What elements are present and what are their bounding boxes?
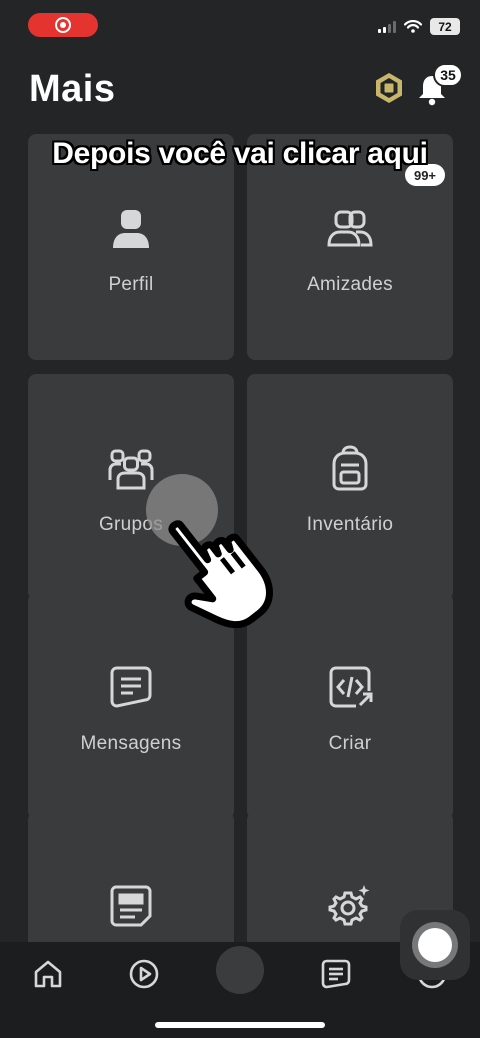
battery-icon: 72 bbox=[430, 18, 460, 35]
backpack-icon bbox=[332, 445, 368, 491]
messages-icon bbox=[110, 666, 152, 708]
status-icons: 72 bbox=[378, 18, 460, 35]
signal-icon bbox=[378, 20, 396, 33]
create-code-icon bbox=[329, 666, 373, 708]
robux-icon[interactable] bbox=[373, 72, 405, 104]
tile-label: Criar bbox=[328, 733, 372, 754]
assistive-touch-button[interactable] bbox=[400, 910, 470, 980]
play-icon[interactable] bbox=[128, 958, 160, 990]
pointing-hand-cursor-icon bbox=[168, 520, 273, 629]
groups-icon bbox=[108, 449, 154, 490]
avatar-icon[interactable] bbox=[216, 946, 264, 994]
screen-record-icon bbox=[55, 17, 71, 33]
tile-label: Inventário bbox=[306, 514, 394, 535]
screen-record-indicator[interactable] bbox=[28, 13, 98, 37]
tile-label: Mensagens bbox=[80, 733, 182, 754]
video-caption: Depois você vai clicar aqui bbox=[52, 137, 428, 170]
friends-icon bbox=[327, 210, 373, 247]
battery-level: 72 bbox=[438, 19, 452, 34]
status-bar: 72 bbox=[0, 0, 480, 50]
home-indicator[interactable] bbox=[155, 1022, 325, 1028]
blog-icon bbox=[110, 885, 152, 927]
tile-label: Perfil bbox=[108, 274, 154, 295]
home-icon[interactable] bbox=[32, 958, 64, 990]
wifi-icon bbox=[404, 20, 422, 33]
chat-icon[interactable] bbox=[320, 958, 352, 990]
profile-icon bbox=[113, 210, 149, 248]
page-title: Mais bbox=[29, 68, 116, 110]
notification-badge: 35 bbox=[433, 63, 463, 87]
tile-label: Amizades bbox=[307, 274, 393, 295]
settings-icon bbox=[328, 885, 370, 926]
